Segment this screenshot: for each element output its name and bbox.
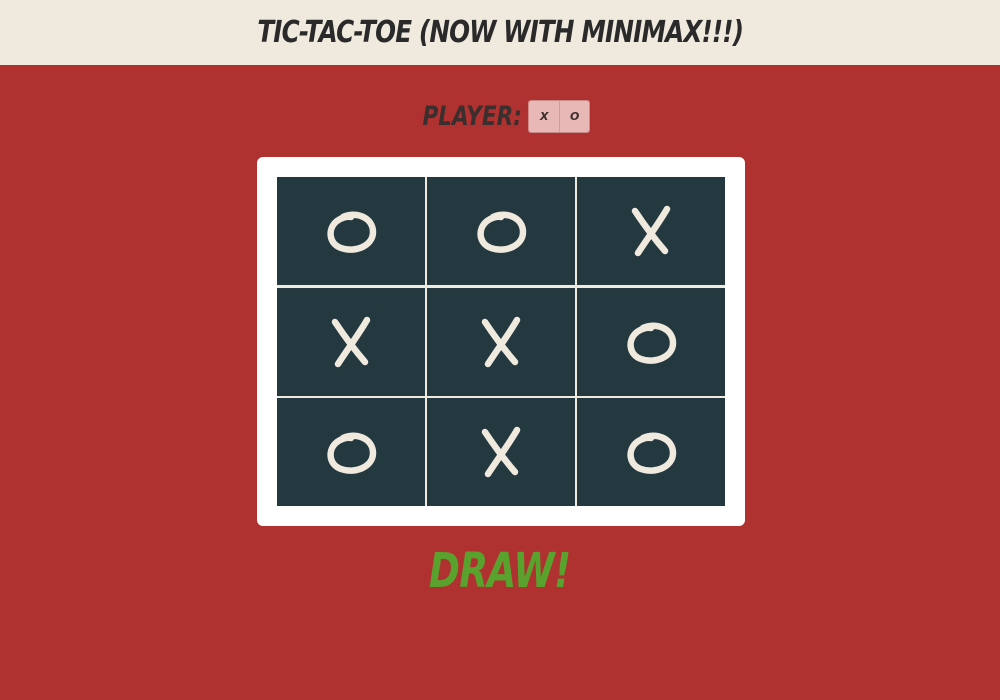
player-selector: Player: X O xyxy=(0,97,1000,135)
o-mark-icon xyxy=(477,211,527,253)
page-title: Tic-Tac-Toe (now with Minimax!!!) xyxy=(257,15,744,50)
game-result-text: Draw! xyxy=(429,543,571,599)
header-bar: Tic-Tac-Toe (now with Minimax!!!) xyxy=(0,0,1000,65)
o-mark-icon xyxy=(627,432,677,474)
o-mark-icon xyxy=(327,432,377,474)
board-cell-5[interactable] xyxy=(427,287,575,396)
x-mark-icon xyxy=(631,205,671,257)
x-mark-icon xyxy=(331,316,371,367)
o-mark-icon xyxy=(627,321,677,364)
board-cell-8[interactable] xyxy=(427,398,575,506)
board-cell-1[interactable] xyxy=(277,177,425,285)
x-mark-icon xyxy=(481,316,521,367)
o-mark-icon xyxy=(327,211,377,253)
board-cell-4[interactable] xyxy=(277,287,425,396)
board-cell-3[interactable] xyxy=(577,177,725,285)
player-toggle: X O xyxy=(528,99,591,133)
board-cell-9[interactable] xyxy=(577,398,725,506)
board-frame xyxy=(257,157,745,526)
player-option-o[interactable]: O xyxy=(559,100,590,132)
game-result: Draw! xyxy=(0,543,1000,599)
player-option-x[interactable]: X xyxy=(529,100,560,132)
x-mark-icon xyxy=(481,426,521,478)
board-cell-6[interactable] xyxy=(577,287,725,396)
board-cell-7[interactable] xyxy=(277,398,425,506)
board-cell-2[interactable] xyxy=(427,177,575,285)
game-board xyxy=(277,177,725,506)
player-label: Player: xyxy=(422,100,522,132)
